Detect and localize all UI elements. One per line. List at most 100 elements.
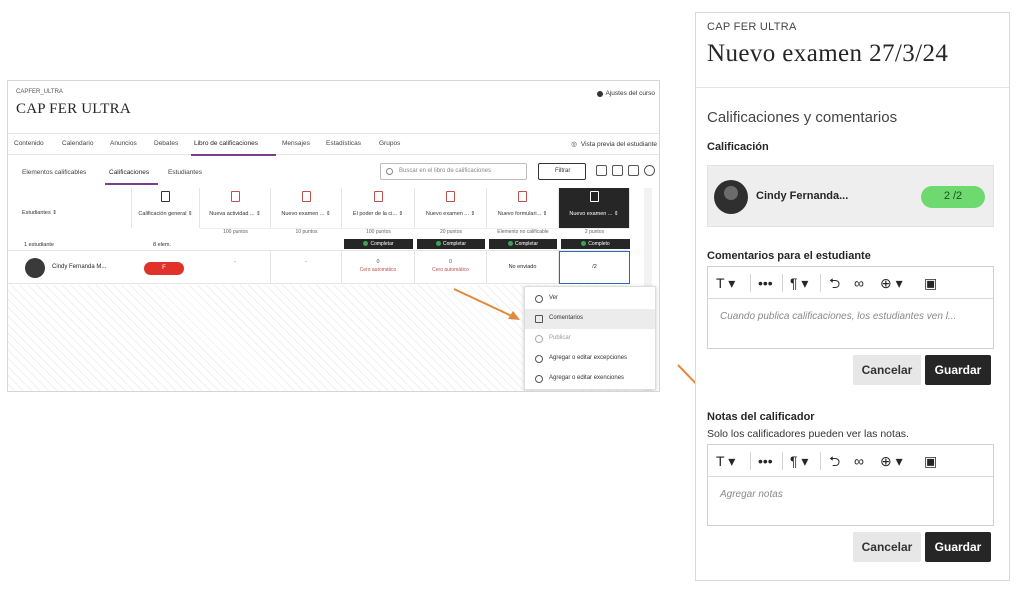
grade-cell[interactable]: - <box>271 251 342 284</box>
column-label: Nuevo examen ... ⇕ <box>569 211 619 217</box>
editor-toolbar: T ▾ ••• ¶ ▾ ⮌ ∞ ⊕ ▾ ▣ <box>708 445 993 477</box>
toolbar-divider <box>820 452 821 470</box>
grade-cell[interactable]: 0 Cero automático <box>415 251 487 284</box>
cancel-button[interactable]: Cancelar <box>853 355 921 385</box>
tab-estudiantes[interactable]: Estudiantes <box>168 169 202 176</box>
eye-icon: ◎ <box>571 141 577 148</box>
column-label: Nuevo formulari... ⇕ <box>497 211 548 217</box>
column-header-3[interactable]: El poder de la ci... ⇕ <box>342 188 415 228</box>
menu-item-comentarios[interactable]: Comentarios <box>525 309 655 329</box>
comments-label: Comentarios para el estudiante <box>707 250 871 262</box>
paragraph-icon[interactable]: ¶ ▾ <box>790 273 808 293</box>
auto-zero-note: Cero automático <box>432 267 469 273</box>
column-header-6[interactable]: Nuevo examen ... ⇕ <box>559 188 630 228</box>
nav-grupos[interactable]: Grupos <box>379 140 400 147</box>
overall-column-header[interactable]: Calificación general ⇕ <box>132 188 200 228</box>
link-icon[interactable]: ∞ <box>854 451 864 471</box>
media-icon[interactable]: ▣ <box>924 273 937 293</box>
insert-icon[interactable]: ⊕ ▾ <box>880 451 903 471</box>
toolbar-divider <box>782 274 783 292</box>
menu-item-excepciones[interactable]: Agregar o editar excepciones <box>525 349 655 369</box>
download-icon[interactable] <box>612 165 623 176</box>
grade-input-pill[interactable]: 2 /2 <box>921 186 985 208</box>
tab-elementos-calificables[interactable]: Elementos calificables <box>22 169 86 176</box>
test-icon <box>589 191 599 202</box>
filter-button[interactable]: Filtrar <box>538 163 586 180</box>
paragraph-icon[interactable]: ¶ ▾ <box>790 451 808 471</box>
undo-icon[interactable]: ⮌ <box>829 451 840 471</box>
cancel-button[interactable]: Cancelar <box>853 532 921 562</box>
course-title: CAP FER ULTRA <box>16 101 131 117</box>
text-style-icon[interactable]: T ▾ <box>716 273 735 293</box>
nav-estadisticas[interactable]: Estadísticas <box>326 140 361 147</box>
overall-grade-pill[interactable]: F <box>144 262 184 275</box>
grading-icon[interactable] <box>596 165 607 176</box>
column-header-2[interactable]: Nuevo examen ... ⇕ <box>271 188 342 228</box>
student-name[interactable]: Cindy Fernanda M... <box>52 264 106 270</box>
nav-libro-calificaciones[interactable]: Libro de calificaciones <box>194 140 258 147</box>
search-placeholder: Buscar en el libro de calificaciones <box>399 168 492 174</box>
view-icon <box>535 295 543 303</box>
grade-cell[interactable]: No enviado <box>487 251 559 284</box>
bank-icon[interactable] <box>628 165 639 176</box>
status-dot-icon <box>435 241 441 246</box>
column-header-5[interactable]: Nuevo formulari... ⇕ <box>487 188 559 228</box>
notes-placeholder: Agregar notas <box>720 489 783 500</box>
menu-item-label: Agregar o editar excepciones <box>549 355 628 361</box>
nav-anuncios[interactable]: Anuncios <box>110 140 137 147</box>
nav-calendario[interactable]: Calendario <box>62 140 93 147</box>
column-header-1[interactable]: Nueva actividad ... ⇕ <box>200 188 271 228</box>
arrow-icon <box>453 288 520 320</box>
student-preview-link[interactable]: ◎ Vista previa del estudiante <box>571 140 657 149</box>
nav-debates[interactable]: Debates <box>154 140 178 147</box>
complete-status-badge[interactable]: Completar <box>489 239 557 249</box>
settings-icon <box>596 90 603 97</box>
link-icon[interactable]: ∞ <box>854 273 864 293</box>
overall-header-label: Calificación general ⇕ <box>138 211 193 217</box>
notes-editor[interactable]: T ▾ ••• ¶ ▾ ⮌ ∞ ⊕ ▾ ▣ Agregar notas <box>707 444 994 526</box>
clock-icon <box>535 355 543 363</box>
more-icon[interactable]: ••• <box>758 451 773 471</box>
menu-item-label: Comentarios <box>549 315 584 321</box>
points-label: Elemento no calificable <box>487 228 559 239</box>
undo-icon[interactable]: ⮌ <box>829 273 840 293</box>
grade-label: Calificación <box>707 141 769 153</box>
avatar <box>25 258 45 278</box>
students-header-label: Estudiantes ⇕ <box>22 210 57 216</box>
grade-cell-selected[interactable]: /2 <box>559 251 630 284</box>
menu-item-exenciones[interactable]: Agregar o editar exenciones <box>525 369 655 389</box>
more-icon[interactable]: ••• <box>758 273 773 293</box>
menu-item-ver[interactable]: Ver <box>525 289 655 309</box>
complete-status-badge[interactable]: Completar <box>344 239 413 249</box>
gear-icon[interactable] <box>644 165 655 176</box>
grade-cell[interactable]: 0 Cero automático <box>342 251 415 284</box>
nav-contenido[interactable]: Contenido <box>14 140 44 147</box>
save-button[interactable]: Guardar <box>925 532 991 562</box>
text-style-icon[interactable]: T ▾ <box>716 451 735 471</box>
points-label: 20 puntos <box>415 228 487 239</box>
overall-grade-icon <box>161 191 170 202</box>
menu-item-publicar[interactable]: Publicar <box>525 329 655 349</box>
tab-calificaciones[interactable]: Calificaciones <box>109 169 149 176</box>
save-button[interactable]: Guardar <box>925 355 991 385</box>
column-header-4[interactable]: Nuevo examen ... ⇕ <box>415 188 487 228</box>
gradebook-search-input[interactable]: Buscar en el libro de calificaciones <box>380 163 527 180</box>
insert-icon[interactable]: ⊕ ▾ <box>880 273 903 293</box>
nav-mensajes[interactable]: Mensajes <box>282 140 310 147</box>
grade-cell[interactable]: - <box>200 251 271 284</box>
nav-active-indicator <box>191 154 276 156</box>
status-dot-icon <box>363 241 369 246</box>
media-icon[interactable]: ▣ <box>924 451 937 471</box>
status-dot-icon <box>507 241 513 246</box>
complete-status-badge[interactable]: Completo <box>561 239 630 249</box>
students-column-header[interactable]: Estudiantes ⇕ <box>8 188 132 228</box>
notes-help-text: Solo los calificadores pueden ver las no… <box>707 428 909 440</box>
comments-editor[interactable]: T ▾ ••• ¶ ▾ ⮌ ∞ ⊕ ▾ ▣ Cuando publica cal… <box>707 266 994 349</box>
panel-course-code: CAP FER ULTRA <box>707 21 797 33</box>
menu-item-label: Ver <box>549 295 559 301</box>
editor-toolbar: T ▾ ••• ¶ ▾ ⮌ ∞ ⊕ ▾ ▣ <box>708 267 993 299</box>
cell-value: 0 <box>376 259 380 265</box>
toolbar-divider <box>820 274 821 292</box>
course-settings-link[interactable]: Ajustes del curso <box>596 90 655 97</box>
complete-status-badge[interactable]: Completar <box>417 239 485 249</box>
